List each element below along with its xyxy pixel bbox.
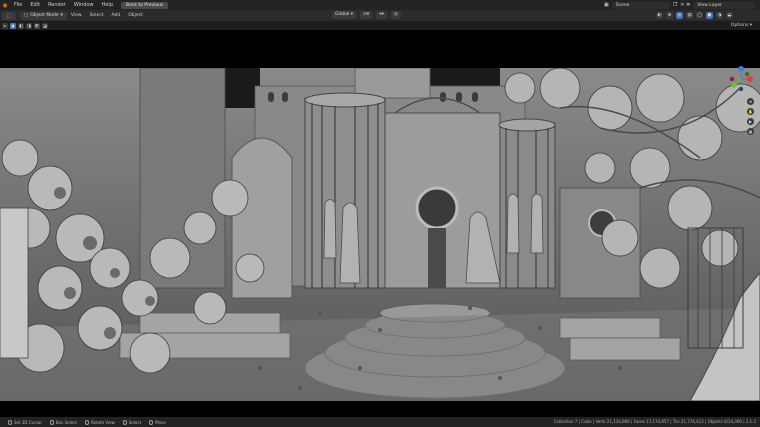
select-invert-icon[interactable]: ◩ [34, 22, 40, 29]
view-layer-selector: ≣ View Layer [686, 1, 756, 9]
menu-edit[interactable]: Edit [26, 0, 44, 10]
mouse-middle-icon [84, 419, 89, 425]
status-item: Select [122, 419, 142, 425]
menu-help[interactable]: Help [98, 0, 117, 10]
axis-gizmo[interactable] [728, 66, 754, 92]
mouse-left-icon [8, 419, 12, 425]
copy-icon[interactable]: ❐ [673, 2, 677, 9]
castle-scene-image [0, 68, 760, 401]
status-item: Set 3D Cursor [8, 419, 42, 425]
transform-controls: Global ▾ ⊙▾ ⌖▾ ◎ [332, 11, 401, 19]
xray-icon[interactable]: ▤ [686, 11, 693, 19]
chevron-down-icon: ▾ [60, 12, 63, 18]
3d-viewport[interactable]: ⊕ ✋ ▶ ▦ [0, 30, 760, 417]
pivot-point-icon[interactable]: ⊙▾ [360, 11, 373, 19]
viewport-navigation: ⊕ ✋ ▶ ▦ [747, 98, 754, 135]
header-menu-add[interactable]: Add [107, 13, 124, 18]
menu-file[interactable]: File [10, 0, 26, 10]
mouse-drag-icon [149, 419, 154, 425]
proportional-edit-icon[interactable]: ◎ [390, 11, 401, 19]
status-item: Box Select [49, 419, 77, 425]
camera-icon[interactable]: ▶ [747, 118, 754, 125]
options-button[interactable]: Options ▾ [727, 22, 756, 29]
visibility-icon[interactable]: ◐ [656, 11, 663, 19]
status-label: Rotate View [90, 419, 115, 425]
shading-rendered-icon[interactable]: ◒ [726, 11, 733, 19]
header-menu-view[interactable]: View [67, 13, 86, 18]
view-layer-field[interactable]: View Layer [693, 1, 756, 9]
scene-icon: ▣ [604, 1, 609, 8]
viewport-header: ⬚ ▢ Object Mode ▾ View Select Add Object… [0, 10, 760, 21]
status-label: Box Select [55, 419, 77, 425]
scene-render[interactable] [0, 68, 760, 401]
status-label: Move [155, 419, 166, 425]
select-extend-icon[interactable]: ◧ [18, 22, 24, 29]
tool-settings-row: ▸ ▣ ◧ ◨ ◩ ◪ Options ▾ [0, 21, 760, 30]
overlay-toggle-icon[interactable]: ◍ [676, 11, 683, 19]
blender-logo-icon[interactable]: ◉ [0, 0, 10, 10]
status-item: Move [149, 419, 166, 425]
viewport-shading-controls: ◐ ⊕ ◍ ▤ ◯ ● ◑ ◒ [656, 11, 733, 19]
close-icon[interactable]: ✕ [680, 2, 684, 9]
orientation-label: Global [335, 12, 350, 17]
scene-field[interactable]: Scene [611, 1, 670, 9]
scene-selector: ▣ Scene ❐ ✕ [604, 1, 684, 9]
object-mode-icon: ▢ [24, 12, 29, 18]
status-item: Rotate View [84, 419, 115, 425]
object-mode-label: Object Mode [30, 12, 59, 18]
object-mode-select[interactable]: ▢ Object Mode ▾ [20, 11, 67, 20]
header-menu-select[interactable]: Select [86, 13, 108, 18]
scene-statistics: Collection 7 | Cube | Verts 21,130,866 |… [553, 419, 756, 424]
shading-solid-icon[interactable]: ● [706, 11, 713, 19]
layers-icon: ≣ [686, 1, 691, 8]
select-subtract-icon[interactable]: ◨ [26, 22, 32, 29]
gizmo-toggle-icon[interactable]: ⊕ [666, 11, 673, 19]
header-menu-object[interactable]: Object [124, 13, 147, 18]
zoom-icon[interactable]: ⊕ [747, 98, 754, 105]
menu-render[interactable]: Render [44, 0, 70, 10]
mouse-left-icon [49, 419, 54, 425]
back-to-previous-button[interactable]: Back to Previous [121, 1, 169, 9]
shading-wireframe-icon[interactable]: ◯ [696, 11, 703, 19]
status-bar: Set 3D Cursor Box Select Rotate View Sel… [0, 417, 760, 427]
select-tool-icon[interactable]: ▸ [2, 22, 8, 29]
pan-hand-icon[interactable]: ✋ [747, 108, 754, 115]
status-label: Set 3D Cursor [14, 419, 42, 425]
editor-type-icon[interactable]: ⬚ [2, 11, 16, 20]
grid-icon[interactable]: ▦ [747, 128, 754, 135]
top-menu-bar: ◉ File Edit Render Window Help Back to P… [0, 0, 760, 10]
mouse-right-icon [122, 419, 127, 425]
options-label: Options [730, 23, 749, 28]
status-label: Select [128, 419, 142, 425]
select-intersect-icon[interactable]: ◪ [42, 22, 48, 29]
menu-window[interactable]: Window [70, 0, 98, 10]
select-box-mode-icon[interactable]: ▣ [10, 22, 16, 29]
orientation-select[interactable]: Global ▾ [332, 11, 357, 19]
shading-material-icon[interactable]: ◑ [716, 11, 723, 19]
snap-icon[interactable]: ⌖▾ [376, 11, 387, 19]
